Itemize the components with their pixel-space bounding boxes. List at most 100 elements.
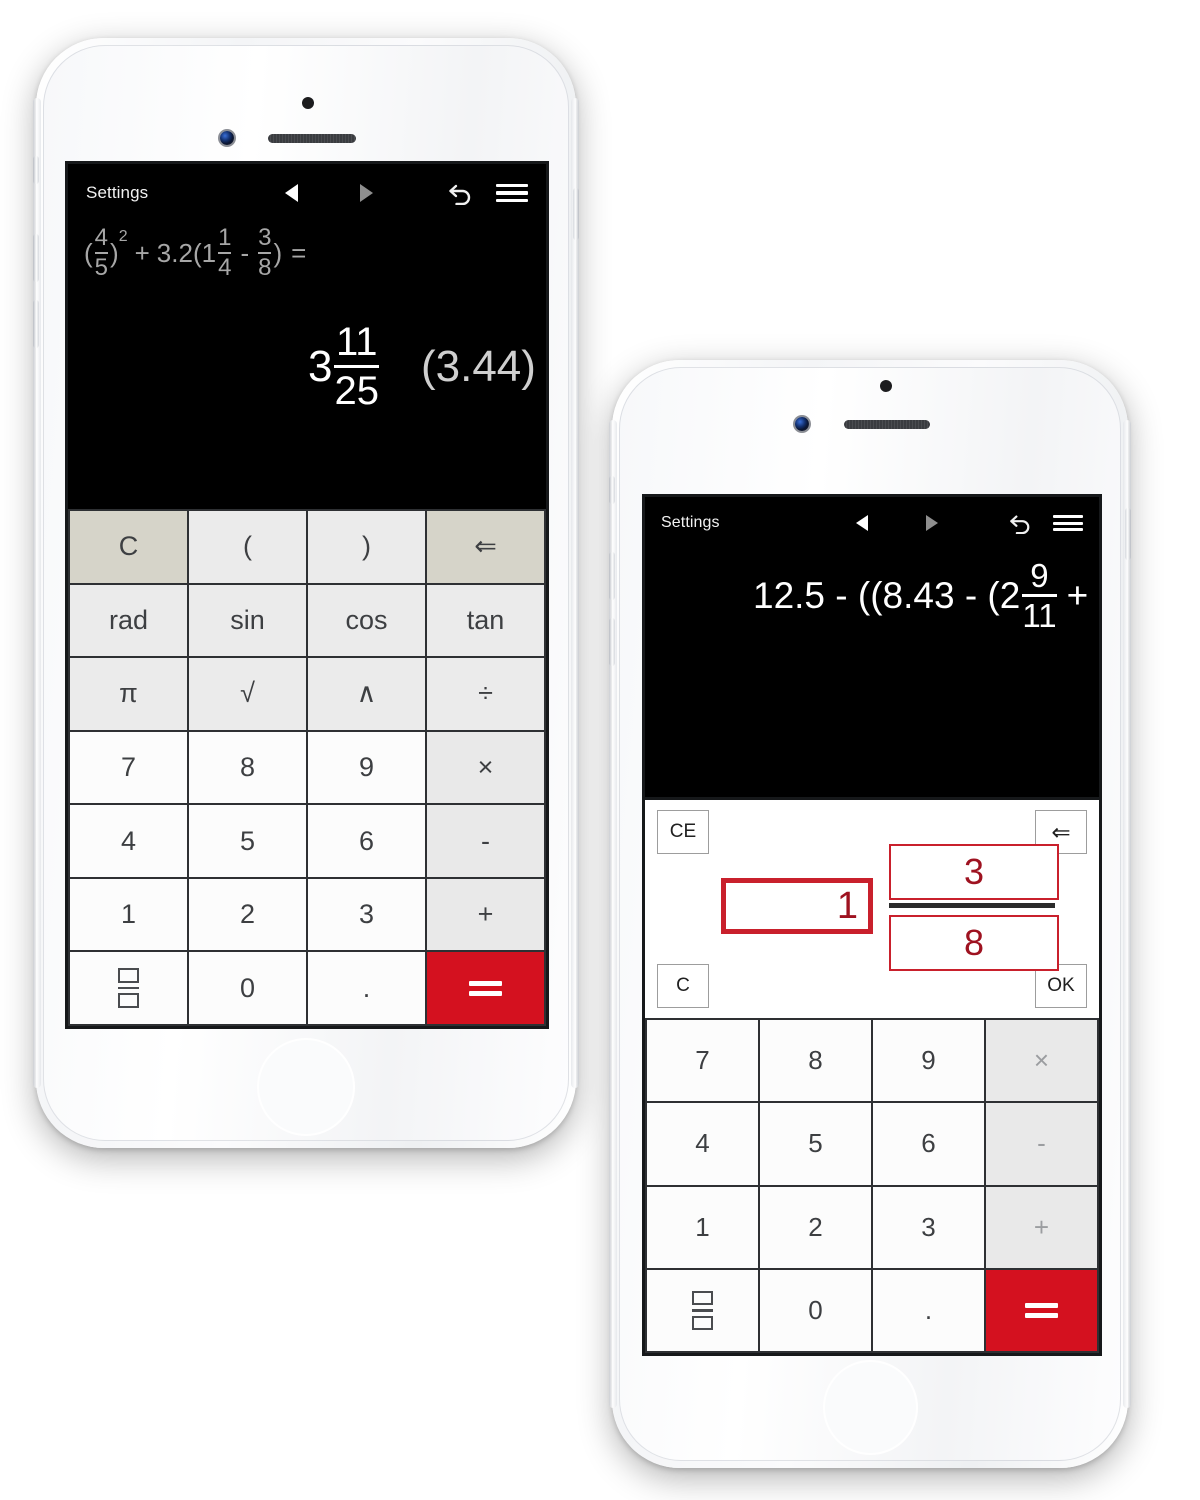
key-tan[interactable]: tan	[427, 584, 544, 657]
mute-switch-button[interactable]	[33, 156, 39, 184]
key-0[interactable]: 0	[189, 952, 306, 1024]
result-decimal: (3.44)	[420, 341, 536, 391]
key-close-paren[interactable]: )	[308, 511, 425, 583]
triangle-left-icon[interactable]	[285, 184, 298, 202]
mute-switch-button-2[interactable]	[609, 476, 615, 504]
key-8[interactable]: 8	[760, 1020, 871, 1102]
key-7[interactable]: 7	[70, 731, 187, 804]
key-sin[interactable]: sin	[189, 584, 306, 657]
key-5[interactable]: 5	[760, 1103, 871, 1185]
key-rad-label: rad	[108, 604, 149, 635]
key-plus[interactable]: +	[427, 878, 544, 951]
expr-f1-numerator: 4	[94, 224, 109, 251]
result-numerator: 11	[335, 320, 378, 364]
editor-c-button[interactable]: C	[657, 964, 709, 1008]
key-equals[interactable]	[427, 952, 544, 1024]
triangle-right-icon-2[interactable]	[926, 515, 938, 531]
key-decimal-label: .	[924, 1294, 933, 1325]
expr2-numerator: 9	[1030, 557, 1049, 594]
key-3[interactable]: 3	[308, 878, 425, 951]
power-button-2[interactable]	[1125, 508, 1131, 560]
key-fraction[interactable]	[70, 952, 187, 1024]
key-1[interactable]: 1	[70, 878, 187, 951]
key-pi[interactable]: π	[70, 658, 187, 730]
key-power[interactable]: ∧	[308, 658, 425, 730]
key-0[interactable]: 0	[760, 1269, 871, 1351]
key-2[interactable]: 2	[760, 1186, 871, 1268]
key-backspace-label: ⇐	[474, 531, 497, 562]
key-4-label: 4	[120, 825, 137, 856]
volume-up-button[interactable]	[33, 234, 39, 282]
key-open-paren[interactable]: (	[189, 511, 306, 583]
settings-button[interactable]: Settings	[86, 183, 148, 203]
expr2-lead: 12.5 - ((8.43 - (2	[753, 574, 1021, 616]
key-minus[interactable]: -	[986, 1103, 1097, 1185]
editor-ce-button[interactable]: CE	[657, 810, 709, 854]
key-4[interactable]: 4	[70, 805, 187, 877]
home-button-2[interactable]	[819, 1356, 922, 1459]
key-3-label: 3	[358, 899, 375, 930]
triangle-right-icon[interactable]	[360, 184, 373, 202]
key-pi-label: π	[119, 678, 138, 709]
undo-icon[interactable]	[447, 181, 474, 205]
key-2-label: 2	[808, 1211, 823, 1242]
power-button[interactable]	[573, 188, 579, 240]
key-cos[interactable]: cos	[308, 584, 425, 657]
app-toolbar-left: Settings	[68, 164, 546, 222]
key-multiply[interactable]: ×	[427, 731, 544, 804]
editor-whole-number-field[interactable]: 1	[721, 878, 873, 934]
expr-f1-denominator: 5	[94, 254, 109, 281]
expr-whole-number: 1	[201, 237, 217, 268]
key-rad[interactable]: rad	[70, 584, 187, 657]
settings-button-2[interactable]: Settings	[661, 514, 720, 532]
key-plus[interactable]: +	[986, 1186, 1097, 1268]
expr-f3-numerator: 3	[258, 224, 272, 251]
keypad-right: 7 8 9 × 4 5 6 - 1 2 3 +0.	[645, 1018, 1099, 1353]
key-1[interactable]: 1	[647, 1186, 758, 1268]
key-9-label: 9	[921, 1045, 936, 1076]
key-6-label: 6	[921, 1128, 936, 1159]
key-5-label: 5	[808, 1128, 823, 1159]
volume-up-button-2[interactable]	[609, 552, 615, 600]
triangle-left-icon-2[interactable]	[856, 515, 868, 531]
key-power-label: ∧	[356, 678, 377, 709]
key-decimal[interactable]: .	[873, 1269, 984, 1351]
home-button[interactable]	[253, 1034, 359, 1140]
editor-numerator-field[interactable]: 3	[889, 844, 1059, 900]
key-sin-label: sin	[230, 604, 265, 635]
key-4[interactable]: 4	[647, 1103, 758, 1185]
key-5[interactable]: 5	[189, 805, 306, 877]
editor-fraction-bar	[889, 903, 1055, 908]
key-8[interactable]: 8	[189, 731, 306, 804]
expr2-trail: +	[1066, 574, 1089, 616]
key-9[interactable]: 9	[308, 731, 425, 804]
undo-icon-2[interactable]	[1008, 512, 1033, 534]
key-decimal[interactable]: .	[308, 952, 425, 1024]
key-fraction[interactable]	[647, 1269, 758, 1351]
key-3[interactable]: 3	[873, 1186, 984, 1268]
expr-f2-numerator: 1	[218, 224, 232, 251]
hamburger-menu-icon[interactable]	[496, 184, 528, 202]
key-divide[interactable]: ÷	[427, 658, 544, 730]
key-clear-label: C	[118, 531, 139, 562]
key-equals[interactable]	[986, 1269, 1097, 1351]
key-6[interactable]: 6	[308, 805, 425, 877]
editor-denominator-field[interactable]: 8	[889, 915, 1059, 971]
volume-down-button-2[interactable]	[609, 618, 615, 666]
proximity-sensor-icon	[302, 97, 314, 109]
expr-equals: =	[291, 237, 307, 268]
key-clear[interactable]: C	[70, 511, 187, 583]
expr-f2-denominator: 4	[218, 254, 232, 281]
key-7[interactable]: 7	[647, 1020, 758, 1102]
key-9[interactable]: 9	[873, 1020, 984, 1102]
key-backspace[interactable]: ⇐	[427, 511, 544, 583]
volume-down-button[interactable]	[33, 300, 39, 348]
expression-display-right: 12.5 - ((8.43 - (2 9 11 +	[753, 559, 1088, 632]
hamburger-menu-icon-2[interactable]	[1053, 515, 1083, 531]
key-multiply[interactable]: ×	[986, 1020, 1097, 1102]
key-minus[interactable]: -	[427, 805, 544, 877]
key-6[interactable]: 6	[873, 1103, 984, 1185]
key-2[interactable]: 2	[189, 878, 306, 951]
key-sqrt[interactable]: √	[189, 658, 306, 730]
expression-display-left: ( 4 5 ) 2 + 3.2 ( 1 1 4 - 3 8 ) =	[84, 226, 306, 280]
